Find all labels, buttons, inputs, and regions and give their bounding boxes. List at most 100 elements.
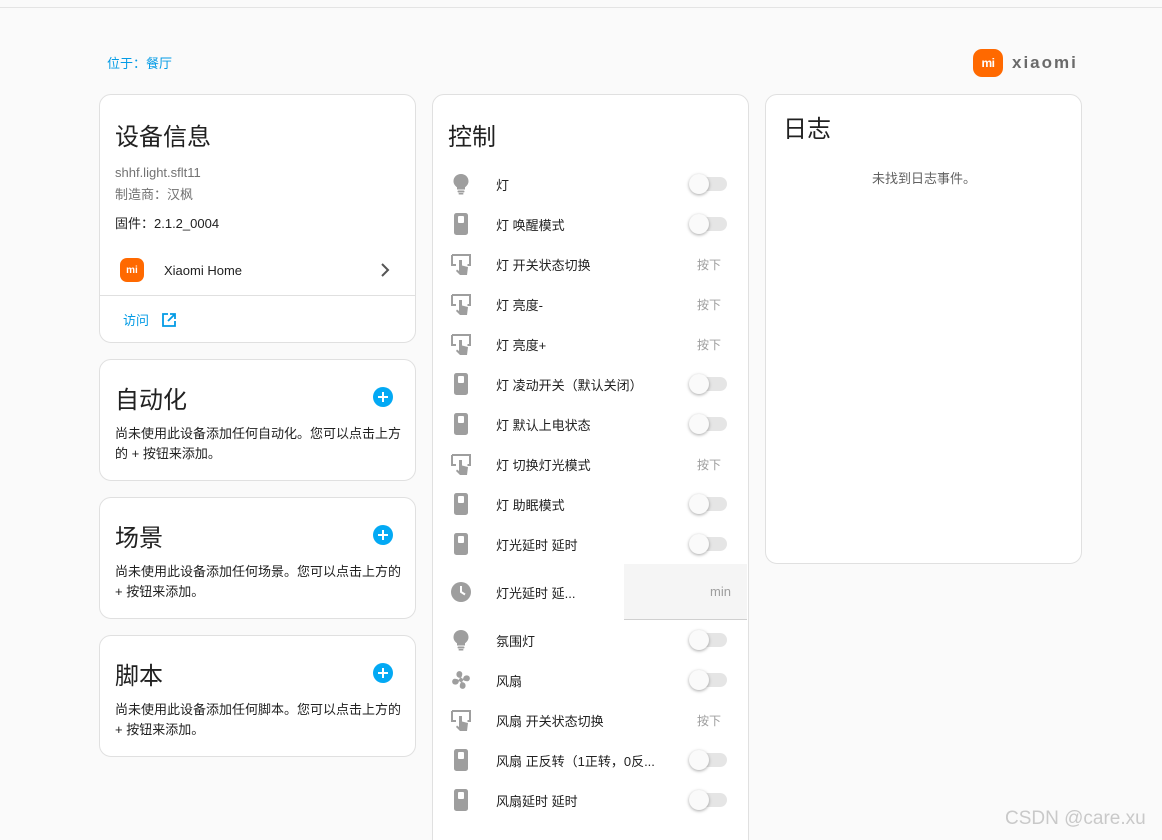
switch-icon <box>448 747 474 773</box>
logbook-empty-text: 未找到日志事件。 <box>871 171 976 186</box>
controls-card: 控制 灯灯 唤醒模式灯 开关状态切换 按下灯 亮度- 按下灯 亮度+ 按下灯 凌动开关… <box>432 94 749 840</box>
device-manufacturer: 制造商：汉枫 <box>115 187 194 202</box>
watermark: CSDN @care.xu <box>1005 808 1146 829</box>
controls-title: 控制 <box>448 124 496 151</box>
press-button[interactable]: 按下 <box>697 256 721 273</box>
switch-icon <box>448 787 474 813</box>
control-label: 风扇 开关状态切换 <box>496 713 604 729</box>
toggle-switch[interactable] <box>689 750 727 770</box>
add-automation-button[interactable] <box>373 387 393 407</box>
switch-icon <box>448 371 474 397</box>
logbook-title: 日志 <box>783 116 831 143</box>
toggle-knob <box>689 214 709 234</box>
scene-description: 尚未使用此设备添加任何场景。您可以点击上方的 + 按钮来添加。 <box>115 564 402 599</box>
script-card: 脚本 尚未使用此设备添加任何脚本。您可以点击上方的 + 按钮来添加。 <box>99 635 416 757</box>
automation-description: 尚未使用此设备添加任何自动化。您可以点击上方的 + 按钮来添加。 <box>115 426 402 461</box>
visit-label: 访问 <box>123 313 150 328</box>
switch-icon <box>448 531 474 557</box>
control-row[interactable]: 灯 唤醒模式 <box>448 204 733 244</box>
toggle-switch[interactable] <box>689 214 727 234</box>
control-row[interactable]: 氛围灯 <box>448 620 733 660</box>
press-button[interactable]: 按下 <box>697 456 721 473</box>
press-button[interactable]: 按下 <box>697 712 721 729</box>
control-row[interactable]: 灯 默认上电状态 <box>448 404 733 444</box>
device-info-title: 设备信息 <box>115 124 211 151</box>
control-row[interactable]: 灯光延时 延... min <box>448 564 747 620</box>
toggle-knob <box>689 174 709 194</box>
button-press-icon <box>448 707 474 733</box>
add-script-button[interactable] <box>373 663 393 683</box>
clock-icon <box>448 579 474 605</box>
switch-icon <box>448 211 474 237</box>
toggle-knob <box>689 750 709 770</box>
control-row[interactable]: 灯 凌动开关（默认关闭） <box>448 364 733 404</box>
control-row[interactable]: 风扇延时 延时 <box>448 780 733 820</box>
number-input[interactable]: min <box>624 564 747 620</box>
device-firmware: 固件：2.1.2_0004 <box>115 216 220 231</box>
xiaomi-home-icon: mi <box>120 258 144 282</box>
scene-card: 场景 尚未使用此设备添加任何场景。您可以点击上方的 + 按钮来添加。 <box>99 497 416 619</box>
breadcrumb-location[interactable]: 位于：餐厅 <box>107 53 172 72</box>
toggle-switch[interactable] <box>689 174 727 194</box>
control-row[interactable]: 风扇 <box>448 660 733 700</box>
automation-title: 自动化 <box>115 387 187 414</box>
add-scene-button[interactable] <box>373 525 393 545</box>
control-row[interactable]: 风扇 正反转（1正转，0反... <box>448 740 733 780</box>
control-label: 灯 凌动开关（默认关闭） <box>496 377 643 393</box>
control-row[interactable]: 灯 亮度+ 按下 <box>448 324 733 364</box>
control-label: 灯光延时 延时 <box>496 537 578 553</box>
toggle-switch[interactable] <box>689 790 727 810</box>
mi-logo-icon: mi <box>973 49 1003 77</box>
press-button[interactable]: 按下 <box>697 336 721 353</box>
lightbulb-icon <box>448 171 474 197</box>
control-row[interactable]: 风扇 开关状态切换 按下 <box>448 700 733 740</box>
toggle-knob <box>689 790 709 810</box>
brand-name: xiaomi <box>1012 53 1078 72</box>
lightbulb-icon <box>448 627 474 653</box>
control-row[interactable]: 灯 <box>448 164 733 204</box>
control-label: 风扇 <box>496 673 523 689</box>
toggle-switch[interactable] <box>689 630 727 650</box>
device-model: shhf.light.sflt11 <box>115 165 201 180</box>
control-label: 灯 默认上电状态 <box>496 417 591 433</box>
switch-icon <box>448 491 474 517</box>
control-label: 灯 <box>496 177 510 193</box>
button-press-icon <box>448 331 474 357</box>
external-link-icon <box>162 312 176 327</box>
control-row[interactable]: 灯 切换灯光模式 按下 <box>448 444 733 484</box>
control-row[interactable]: 灯 亮度- 按下 <box>448 284 733 324</box>
control-label: 灯 切换灯光模式 <box>496 457 591 473</box>
scene-title: 场景 <box>115 525 163 552</box>
control-label: 灯 唤醒模式 <box>496 217 565 233</box>
toggle-knob <box>689 414 709 434</box>
script-description: 尚未使用此设备添加任何脚本。您可以点击上方的 + 按钮来添加。 <box>115 702 402 737</box>
control-label: 灯 开关状态切换 <box>496 257 591 273</box>
toggle-switch[interactable] <box>689 670 727 690</box>
top-divider <box>0 7 1162 8</box>
toggle-switch[interactable] <box>689 494 727 514</box>
integration-item-xiaomi-home[interactable]: mi Xiaomi Home <box>100 246 415 294</box>
brand-logo: mi xiaomi <box>973 49 1078 77</box>
button-press-icon <box>448 291 474 317</box>
device-info-card: 设备信息 shhf.light.sflt11 制造商：汉枫 固件：2.1.2_0… <box>99 94 416 343</box>
toggle-switch[interactable] <box>689 414 727 434</box>
control-row[interactable]: 灯 助眠模式 <box>448 484 733 524</box>
toggle-knob <box>689 630 709 650</box>
integration-name: Xiaomi Home <box>164 262 243 278</box>
control-label: 灯光延时 延... <box>496 585 576 601</box>
automation-card: 自动化 尚未使用此设备添加任何自动化。您可以点击上方的 + 按钮来添加。 <box>99 359 416 481</box>
chevron-right-icon <box>378 263 392 277</box>
button-press-icon <box>448 251 474 277</box>
control-label: 灯 助眠模式 <box>496 497 565 513</box>
toggle-knob <box>689 670 709 690</box>
press-button[interactable]: 按下 <box>697 296 721 313</box>
logbook-card: 日志 未找到日志事件。 <box>765 94 1082 564</box>
card-divider <box>100 295 415 296</box>
control-label: 风扇 正反转（1正转，0反... <box>496 753 655 769</box>
control-row[interactable]: 灯光延时 延时 <box>448 524 733 564</box>
toggle-switch[interactable] <box>689 534 727 554</box>
control-row[interactable]: 灯 开关状态切换 按下 <box>448 244 733 284</box>
toggle-switch[interactable] <box>689 374 727 394</box>
visit-link[interactable]: 访问 <box>123 310 177 329</box>
control-label: 灯 亮度+ <box>496 337 547 353</box>
